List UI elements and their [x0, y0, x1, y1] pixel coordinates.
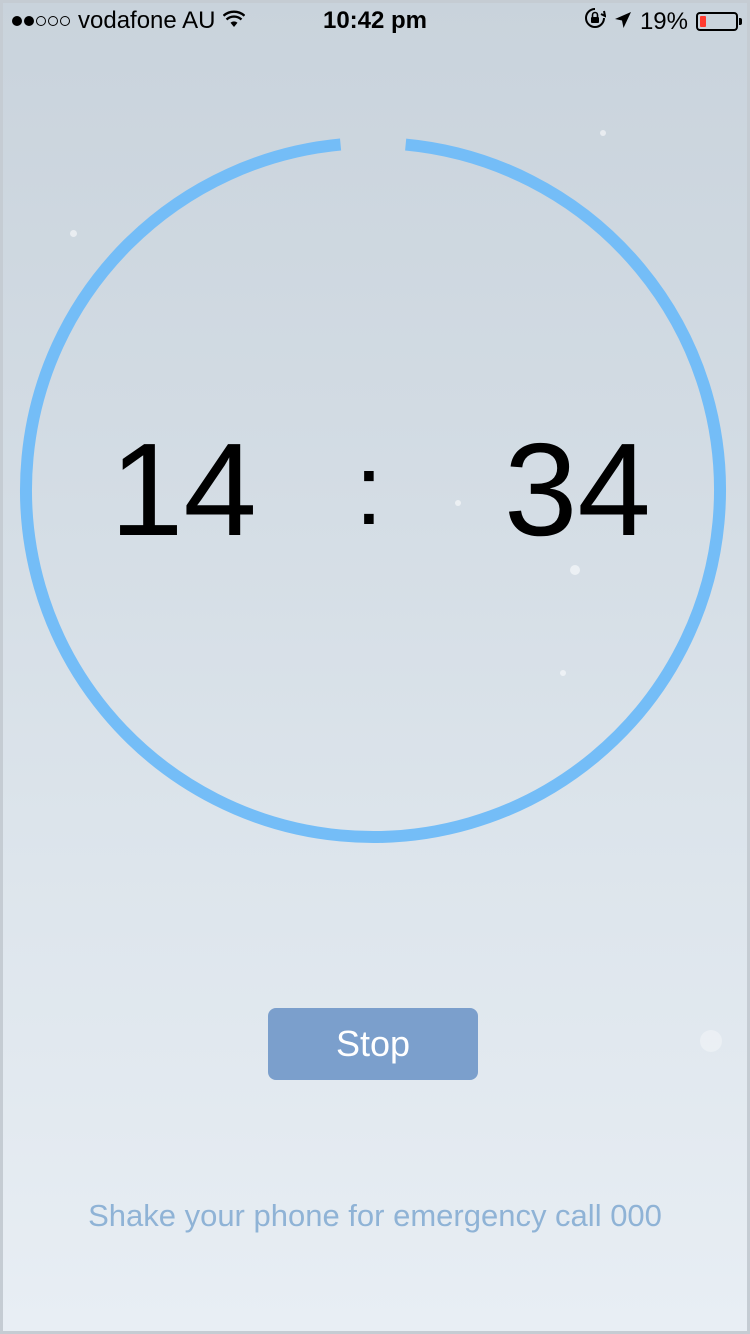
timer-minutes: 14	[110, 416, 257, 563]
stop-button[interactable]: Stop	[268, 1008, 478, 1080]
timer-seconds: 34	[504, 416, 651, 563]
emergency-hint: Shake your phone for emergency call 000	[88, 1198, 662, 1233]
timer-separator: :	[355, 434, 383, 546]
timer-display: 14 : 34	[0, 420, 750, 560]
timer-ring	[20, 137, 726, 843]
